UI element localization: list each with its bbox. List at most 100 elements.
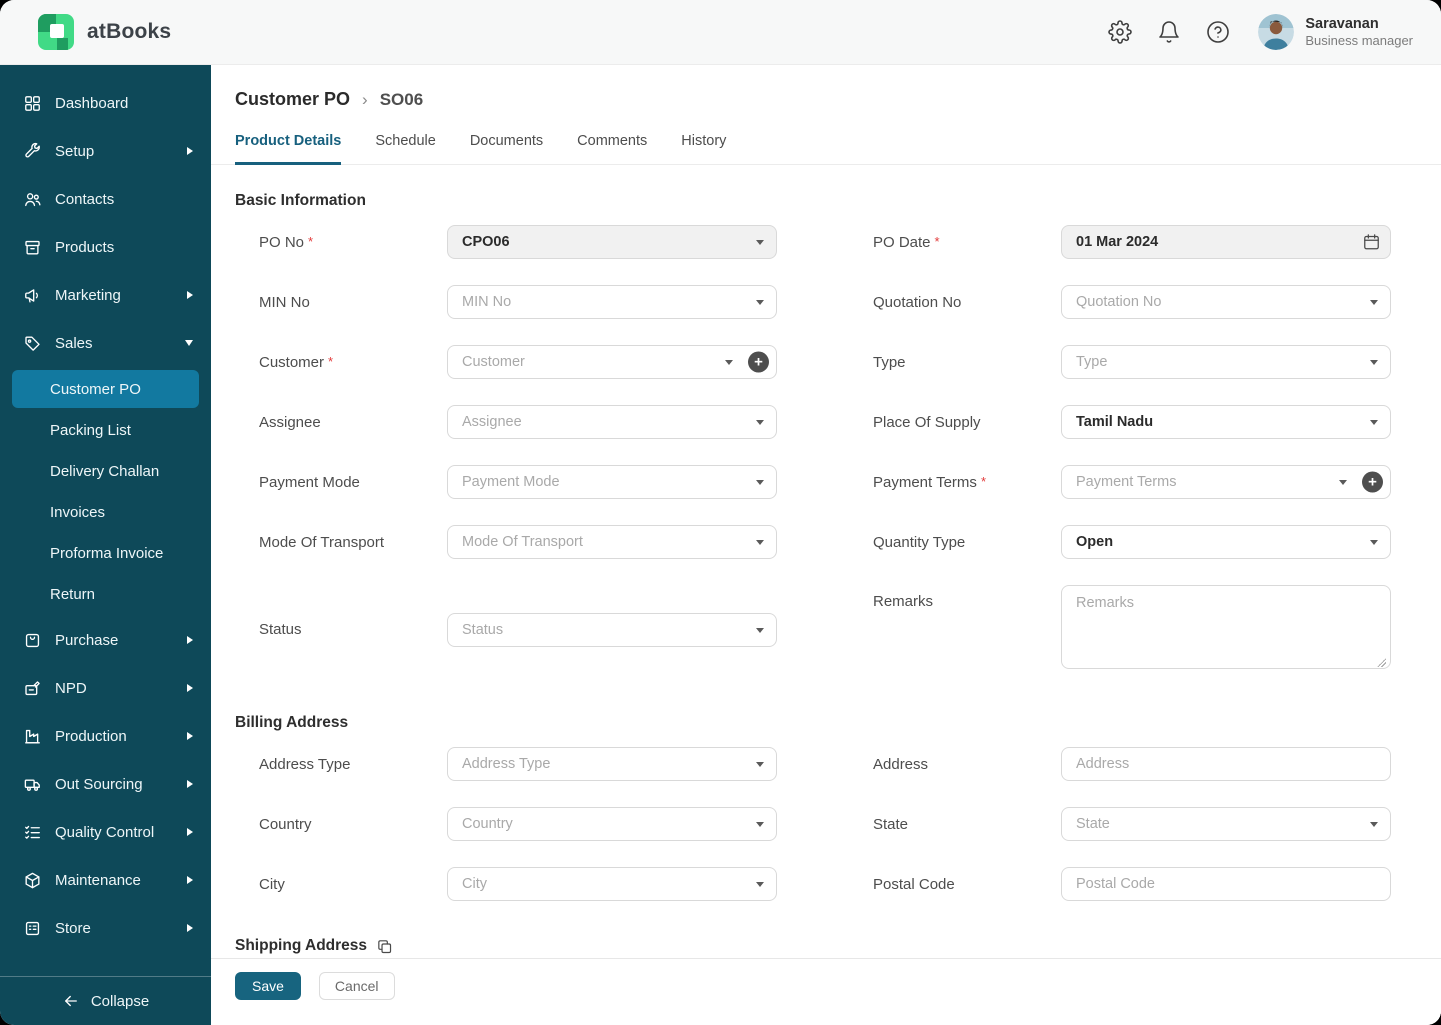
settings-gear-icon[interactable]	[1108, 20, 1133, 44]
required-asterisk: *	[328, 353, 334, 369]
quantity-type-select[interactable]	[1061, 525, 1391, 559]
top-header: atBooks Saravanan Business manager	[0, 0, 1441, 65]
address-type-row: Address Type	[259, 747, 777, 781]
npd-box-icon	[23, 679, 42, 698]
mode-of-transport-select[interactable]	[447, 525, 777, 559]
remarks-textarea[interactable]	[1061, 585, 1391, 669]
sidebar-item-npd[interactable]: NPD	[0, 664, 211, 712]
tab-history[interactable]: History	[681, 133, 726, 165]
sidebar-item-invoices[interactable]: Invoices	[12, 493, 199, 531]
sidebar-item-return[interactable]: Return	[12, 575, 199, 613]
quotation-no-label: Quotation No	[873, 293, 962, 311]
chevron-down-icon[interactable]	[756, 300, 764, 305]
breadcrumb: Customer PO › SO06	[235, 89, 1441, 110]
sidebar-item-packing-list[interactable]: Packing List	[12, 411, 199, 449]
assignee-select[interactable]	[447, 405, 777, 439]
checklist-icon	[23, 823, 42, 842]
city-row: City	[259, 867, 777, 901]
required-asterisk: *	[980, 473, 986, 489]
tab-product-details[interactable]: Product Details	[235, 133, 342, 165]
postal-code-label: Postal Code	[873, 875, 955, 893]
chevron-down-icon[interactable]	[756, 822, 764, 827]
po-no-select[interactable]	[447, 225, 777, 259]
sidebar-item-purchase[interactable]: Purchase	[0, 616, 211, 664]
help-icon[interactable]	[1206, 20, 1230, 44]
address-type-select[interactable]	[447, 747, 777, 781]
tab-schedule[interactable]: Schedule	[375, 133, 435, 165]
atbooks-logo-icon	[38, 14, 74, 50]
sidebar-item-quality-control[interactable]: Quality Control	[0, 808, 211, 856]
type-select[interactable]	[1061, 345, 1391, 379]
quotation-no-row: Quotation No	[873, 285, 1391, 319]
status-select[interactable]	[447, 612, 777, 647]
chevron-down-icon[interactable]	[1370, 540, 1378, 545]
country-label: Country	[259, 815, 312, 833]
chevron-down-icon[interactable]	[1370, 420, 1378, 425]
sidebar-item-customer-po[interactable]: Customer PO	[12, 370, 199, 408]
state-select[interactable]	[1061, 807, 1391, 841]
chevron-down-icon[interactable]	[1370, 822, 1378, 827]
chevron-down-icon[interactable]	[756, 240, 764, 245]
tab-documents[interactable]: Documents	[470, 133, 543, 165]
po-date-label: PO Date	[873, 233, 931, 251]
chevron-down-icon[interactable]	[756, 762, 764, 767]
place-of-supply-select[interactable]	[1061, 405, 1391, 439]
user-menu[interactable]: Saravanan Business manager	[1258, 14, 1413, 50]
po-date-row: PO Date *	[873, 225, 1391, 259]
payment-mode-select[interactable]	[447, 465, 777, 499]
collapse-button[interactable]: Collapse	[0, 976, 211, 1025]
chevron-down-icon[interactable]	[756, 420, 764, 425]
tab-comments[interactable]: Comments	[577, 133, 647, 165]
po-no-label: PO No	[259, 233, 305, 251]
min-no-row: MIN No	[259, 285, 777, 319]
copy-icon[interactable]	[376, 938, 393, 955]
quotation-no-select[interactable]	[1061, 285, 1391, 319]
chevron-down-icon[interactable]	[756, 627, 764, 633]
postal-code-input[interactable]	[1061, 867, 1391, 901]
sidebar-item-maintenance[interactable]: Maintenance	[0, 856, 211, 904]
address-label: Address	[873, 755, 929, 773]
address-input[interactable]	[1061, 747, 1391, 781]
add-customer-icon[interactable]	[748, 351, 769, 373]
chevron-down-icon[interactable]	[756, 480, 764, 485]
mode-of-transport-row: Mode Of Transport	[259, 525, 777, 559]
chevron-down-icon[interactable]	[756, 882, 764, 887]
basic-information-grid: PO No* PO Date* MI	[259, 225, 1441, 674]
main-panel: Customer PO › SO06 Product Details Sched…	[211, 65, 1441, 1025]
type-row: Type	[873, 345, 1391, 379]
chevron-down-icon[interactable]	[1370, 300, 1378, 305]
sidebar-item-production[interactable]: Production	[0, 712, 211, 760]
min-no-select[interactable]	[447, 285, 777, 319]
type-label: Type	[873, 353, 906, 371]
brand[interactable]: atBooks	[38, 14, 171, 50]
sidebar-item-delivery-challan[interactable]: Delivery Challan	[12, 452, 199, 490]
city-select[interactable]	[447, 867, 777, 901]
calendar-icon[interactable]	[1362, 233, 1381, 252]
save-button[interactable]: Save	[235, 972, 301, 1000]
assignee-row: Assignee	[259, 405, 777, 439]
sidebar-item-proforma-invoice[interactable]: Proforma Invoice	[12, 534, 199, 572]
sidebar-item-dashboard[interactable]: Dashboard	[0, 79, 211, 127]
arrow-left-icon	[64, 995, 77, 1007]
chevron-down-icon[interactable]	[725, 360, 733, 365]
breadcrumb-parent[interactable]: Customer PO	[235, 89, 350, 110]
chevron-down-icon[interactable]	[1339, 480, 1347, 485]
add-payment-terms-icon[interactable]	[1362, 471, 1383, 493]
sidebar-item-store[interactable]: Store	[0, 904, 211, 952]
sidebar-item-out-sourcing[interactable]: Out Sourcing	[0, 760, 211, 808]
cancel-button[interactable]: Cancel	[318, 972, 395, 1000]
sidebar-item-marketing[interactable]: Marketing	[0, 271, 211, 319]
sidebar-item-products[interactable]: Products	[0, 223, 211, 271]
products-box-icon	[23, 238, 42, 257]
payment-terms-row: Payment Terms *	[873, 465, 1391, 499]
sidebar-item-sales[interactable]: Sales	[0, 319, 211, 367]
address-row: Address	[873, 747, 1391, 781]
required-asterisk: *	[308, 233, 314, 249]
po-date-input[interactable]	[1061, 225, 1391, 259]
chevron-down-icon[interactable]	[756, 540, 764, 545]
notification-bell-icon[interactable]	[1157, 20, 1181, 44]
chevron-down-icon[interactable]	[1370, 360, 1378, 365]
sidebar-item-setup[interactable]: Setup	[0, 127, 211, 175]
country-select[interactable]	[447, 807, 777, 841]
sidebar-item-contacts[interactable]: Contacts	[0, 175, 211, 223]
